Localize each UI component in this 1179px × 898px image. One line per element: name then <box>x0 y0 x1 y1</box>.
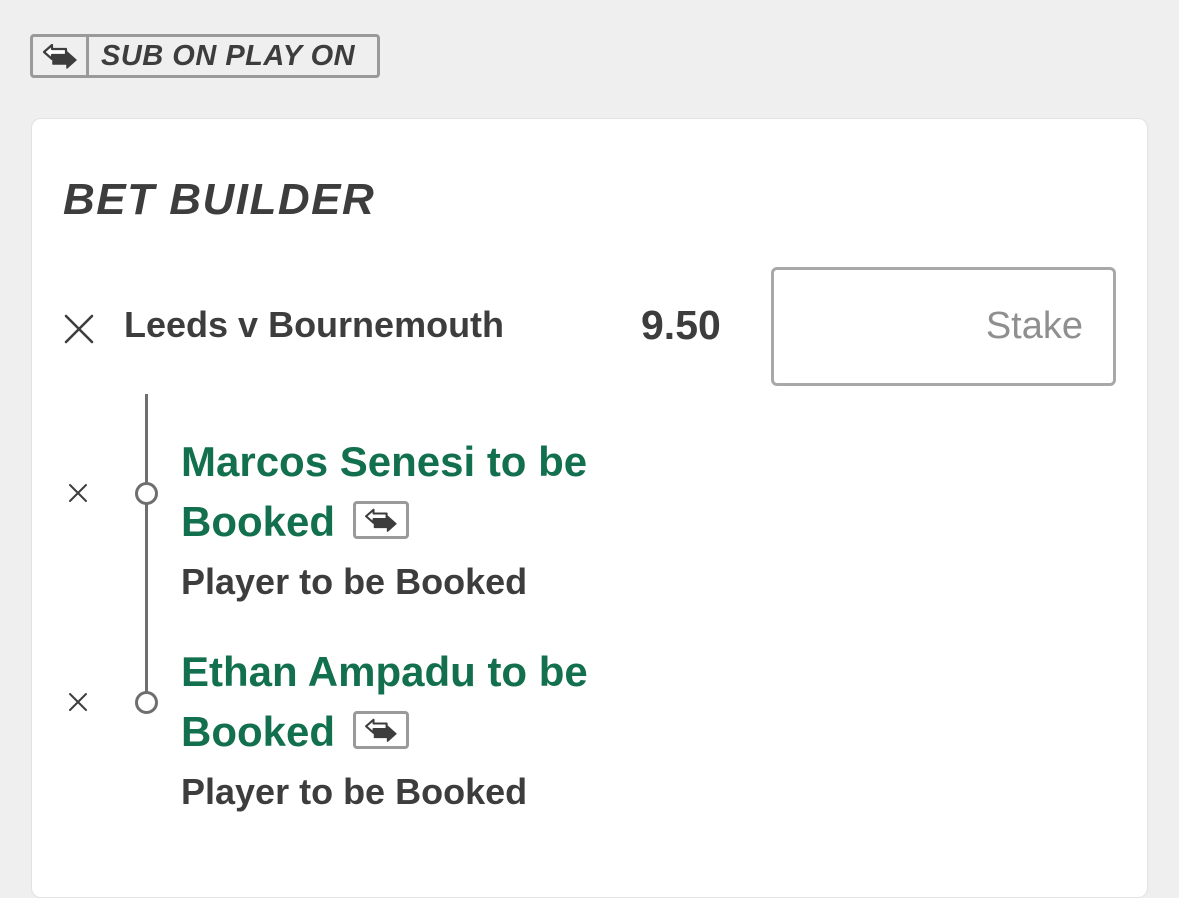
sub-on-play-on-badge[interactable]: SUB ON PLAY ON <box>30 34 380 78</box>
sub-badge-label: SUB ON PLAY ON <box>101 39 356 72</box>
leg-node <box>135 482 158 505</box>
close-icon <box>69 484 87 502</box>
remove-leg-button[interactable] <box>65 689 91 715</box>
close-icon <box>64 314 94 344</box>
leg-selection[interactable]: Ethan Ampadu to be Booked <box>181 642 701 762</box>
card-title: BET BUILDER <box>63 175 376 224</box>
remove-bet-button[interactable] <box>62 312 96 346</box>
leg-market: Player to be Booked <box>181 771 528 812</box>
odds-value: 9.50 <box>641 302 721 348</box>
close-icon <box>69 693 87 711</box>
event-name: Leeds v Bournemouth <box>124 304 505 345</box>
stake-input[interactable] <box>771 267 1116 386</box>
remove-leg-button[interactable] <box>65 480 91 506</box>
swap-arrows-icon <box>353 710 410 749</box>
leg-node <box>135 691 158 714</box>
swap-arrows-icon <box>353 500 410 539</box>
leg-selection[interactable]: Marcos Senesi to be Booked <box>181 432 701 552</box>
legs-timeline <box>145 394 148 704</box>
leg-market: Player to be Booked <box>181 561 528 602</box>
swap-arrows-icon <box>33 37 89 75</box>
bet-builder-card: BET BUILDER Leeds v Bournemouth 9.50 Mar… <box>31 118 1148 898</box>
